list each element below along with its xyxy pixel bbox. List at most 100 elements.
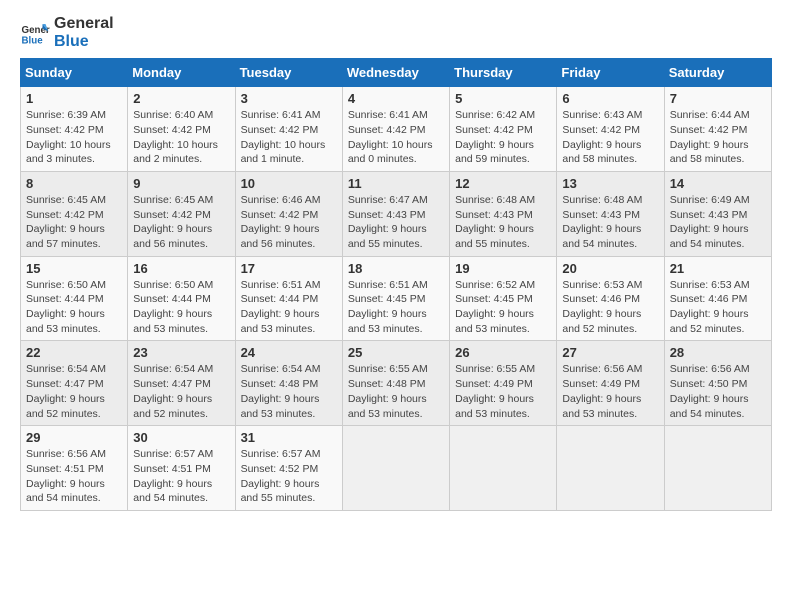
calendar-cell: 4 Sunrise: 6:41 AM Sunset: 4:42 PM Dayli…	[342, 87, 449, 172]
day-detail: Sunrise: 6:45 AM Sunset: 4:42 PM Dayligh…	[133, 193, 229, 252]
day-detail: Sunrise: 6:40 AM Sunset: 4:42 PM Dayligh…	[133, 108, 229, 167]
logo: General Blue General Blue	[20, 15, 114, 50]
logo-general: General	[54, 15, 114, 33]
day-number: 22	[26, 345, 122, 360]
day-detail: Sunrise: 6:53 AM Sunset: 4:46 PM Dayligh…	[670, 278, 766, 337]
day-number: 9	[133, 176, 229, 191]
day-detail: Sunrise: 6:55 AM Sunset: 4:48 PM Dayligh…	[348, 362, 444, 421]
calendar-cell: 22 Sunrise: 6:54 AM Sunset: 4:47 PM Dayl…	[21, 341, 128, 426]
day-detail: Sunrise: 6:52 AM Sunset: 4:45 PM Dayligh…	[455, 278, 551, 337]
day-detail: Sunrise: 6:50 AM Sunset: 4:44 PM Dayligh…	[26, 278, 122, 337]
day-detail: Sunrise: 6:48 AM Sunset: 4:43 PM Dayligh…	[562, 193, 658, 252]
day-detail: Sunrise: 6:50 AM Sunset: 4:44 PM Dayligh…	[133, 278, 229, 337]
day-number: 7	[670, 91, 766, 106]
calendar-cell: 26 Sunrise: 6:55 AM Sunset: 4:49 PM Dayl…	[450, 341, 557, 426]
calendar-week-row: 15 Sunrise: 6:50 AM Sunset: 4:44 PM Dayl…	[21, 256, 772, 341]
calendar-cell	[450, 426, 557, 511]
calendar-cell: 17 Sunrise: 6:51 AM Sunset: 4:44 PM Dayl…	[235, 256, 342, 341]
day-detail: Sunrise: 6:51 AM Sunset: 4:44 PM Dayligh…	[241, 278, 337, 337]
day-detail: Sunrise: 6:57 AM Sunset: 4:52 PM Dayligh…	[241, 447, 337, 506]
calendar-cell: 9 Sunrise: 6:45 AM Sunset: 4:42 PM Dayli…	[128, 171, 235, 256]
day-number: 30	[133, 430, 229, 445]
calendar-header-friday: Friday	[557, 59, 664, 87]
day-number: 3	[241, 91, 337, 106]
day-detail: Sunrise: 6:54 AM Sunset: 4:47 PM Dayligh…	[133, 362, 229, 421]
day-detail: Sunrise: 6:54 AM Sunset: 4:47 PM Dayligh…	[26, 362, 122, 421]
calendar-body: 1 Sunrise: 6:39 AM Sunset: 4:42 PM Dayli…	[21, 87, 772, 511]
day-detail: Sunrise: 6:41 AM Sunset: 4:42 PM Dayligh…	[241, 108, 337, 167]
calendar-cell: 5 Sunrise: 6:42 AM Sunset: 4:42 PM Dayli…	[450, 87, 557, 172]
calendar-week-row: 1 Sunrise: 6:39 AM Sunset: 4:42 PM Dayli…	[21, 87, 772, 172]
calendar-cell: 31 Sunrise: 6:57 AM Sunset: 4:52 PM Dayl…	[235, 426, 342, 511]
calendar-cell: 25 Sunrise: 6:55 AM Sunset: 4:48 PM Dayl…	[342, 341, 449, 426]
day-detail: Sunrise: 6:46 AM Sunset: 4:42 PM Dayligh…	[241, 193, 337, 252]
header: General Blue General Blue	[20, 15, 772, 50]
day-number: 16	[133, 261, 229, 276]
day-number: 19	[455, 261, 551, 276]
logo-icon: General Blue	[20, 18, 50, 48]
calendar-cell: 21 Sunrise: 6:53 AM Sunset: 4:46 PM Dayl…	[664, 256, 771, 341]
day-number: 14	[670, 176, 766, 191]
calendar-cell: 24 Sunrise: 6:54 AM Sunset: 4:48 PM Dayl…	[235, 341, 342, 426]
day-number: 29	[26, 430, 122, 445]
day-detail: Sunrise: 6:42 AM Sunset: 4:42 PM Dayligh…	[455, 108, 551, 167]
day-detail: Sunrise: 6:45 AM Sunset: 4:42 PM Dayligh…	[26, 193, 122, 252]
day-number: 27	[562, 345, 658, 360]
day-number: 18	[348, 261, 444, 276]
calendar-cell: 23 Sunrise: 6:54 AM Sunset: 4:47 PM Dayl…	[128, 341, 235, 426]
calendar-header-tuesday: Tuesday	[235, 59, 342, 87]
calendar-header-wednesday: Wednesday	[342, 59, 449, 87]
calendar-cell: 8 Sunrise: 6:45 AM Sunset: 4:42 PM Dayli…	[21, 171, 128, 256]
day-number: 1	[26, 91, 122, 106]
day-detail: Sunrise: 6:56 AM Sunset: 4:51 PM Dayligh…	[26, 447, 122, 506]
day-detail: Sunrise: 6:53 AM Sunset: 4:46 PM Dayligh…	[562, 278, 658, 337]
calendar-cell: 27 Sunrise: 6:56 AM Sunset: 4:49 PM Dayl…	[557, 341, 664, 426]
day-number: 2	[133, 91, 229, 106]
day-number: 17	[241, 261, 337, 276]
calendar-week-row: 8 Sunrise: 6:45 AM Sunset: 4:42 PM Dayli…	[21, 171, 772, 256]
logo-blue: Blue	[54, 33, 114, 51]
calendar-cell: 15 Sunrise: 6:50 AM Sunset: 4:44 PM Dayl…	[21, 256, 128, 341]
day-number: 4	[348, 91, 444, 106]
day-number: 15	[26, 261, 122, 276]
calendar-table: SundayMondayTuesdayWednesdayThursdayFrid…	[20, 58, 772, 511]
day-number: 31	[241, 430, 337, 445]
day-number: 23	[133, 345, 229, 360]
day-detail: Sunrise: 6:56 AM Sunset: 4:50 PM Dayligh…	[670, 362, 766, 421]
calendar-cell: 30 Sunrise: 6:57 AM Sunset: 4:51 PM Dayl…	[128, 426, 235, 511]
day-detail: Sunrise: 6:43 AM Sunset: 4:42 PM Dayligh…	[562, 108, 658, 167]
calendar-cell: 6 Sunrise: 6:43 AM Sunset: 4:42 PM Dayli…	[557, 87, 664, 172]
day-detail: Sunrise: 6:49 AM Sunset: 4:43 PM Dayligh…	[670, 193, 766, 252]
day-detail: Sunrise: 6:55 AM Sunset: 4:49 PM Dayligh…	[455, 362, 551, 421]
calendar-header-monday: Monday	[128, 59, 235, 87]
calendar-week-row: 22 Sunrise: 6:54 AM Sunset: 4:47 PM Dayl…	[21, 341, 772, 426]
calendar-cell: 10 Sunrise: 6:46 AM Sunset: 4:42 PM Dayl…	[235, 171, 342, 256]
calendar-cell: 11 Sunrise: 6:47 AM Sunset: 4:43 PM Dayl…	[342, 171, 449, 256]
day-number: 12	[455, 176, 551, 191]
day-detail: Sunrise: 6:44 AM Sunset: 4:42 PM Dayligh…	[670, 108, 766, 167]
calendar-cell: 18 Sunrise: 6:51 AM Sunset: 4:45 PM Dayl…	[342, 256, 449, 341]
calendar-cell: 1 Sunrise: 6:39 AM Sunset: 4:42 PM Dayli…	[21, 87, 128, 172]
day-detail: Sunrise: 6:47 AM Sunset: 4:43 PM Dayligh…	[348, 193, 444, 252]
calendar-cell: 16 Sunrise: 6:50 AM Sunset: 4:44 PM Dayl…	[128, 256, 235, 341]
calendar-week-row: 29 Sunrise: 6:56 AM Sunset: 4:51 PM Dayl…	[21, 426, 772, 511]
day-number: 24	[241, 345, 337, 360]
calendar-header-sunday: Sunday	[21, 59, 128, 87]
day-number: 20	[562, 261, 658, 276]
day-number: 13	[562, 176, 658, 191]
calendar-cell	[664, 426, 771, 511]
calendar-cell: 14 Sunrise: 6:49 AM Sunset: 4:43 PM Dayl…	[664, 171, 771, 256]
day-detail: Sunrise: 6:51 AM Sunset: 4:45 PM Dayligh…	[348, 278, 444, 337]
calendar-cell: 28 Sunrise: 6:56 AM Sunset: 4:50 PM Dayl…	[664, 341, 771, 426]
calendar-cell: 20 Sunrise: 6:53 AM Sunset: 4:46 PM Dayl…	[557, 256, 664, 341]
day-detail: Sunrise: 6:54 AM Sunset: 4:48 PM Dayligh…	[241, 362, 337, 421]
day-detail: Sunrise: 6:48 AM Sunset: 4:43 PM Dayligh…	[455, 193, 551, 252]
calendar-cell: 29 Sunrise: 6:56 AM Sunset: 4:51 PM Dayl…	[21, 426, 128, 511]
svg-text:Blue: Blue	[22, 35, 44, 46]
calendar-cell	[557, 426, 664, 511]
calendar-cell: 12 Sunrise: 6:48 AM Sunset: 4:43 PM Dayl…	[450, 171, 557, 256]
day-number: 28	[670, 345, 766, 360]
day-detail: Sunrise: 6:56 AM Sunset: 4:49 PM Dayligh…	[562, 362, 658, 421]
calendar-cell: 13 Sunrise: 6:48 AM Sunset: 4:43 PM Dayl…	[557, 171, 664, 256]
calendar-cell: 2 Sunrise: 6:40 AM Sunset: 4:42 PM Dayli…	[128, 87, 235, 172]
